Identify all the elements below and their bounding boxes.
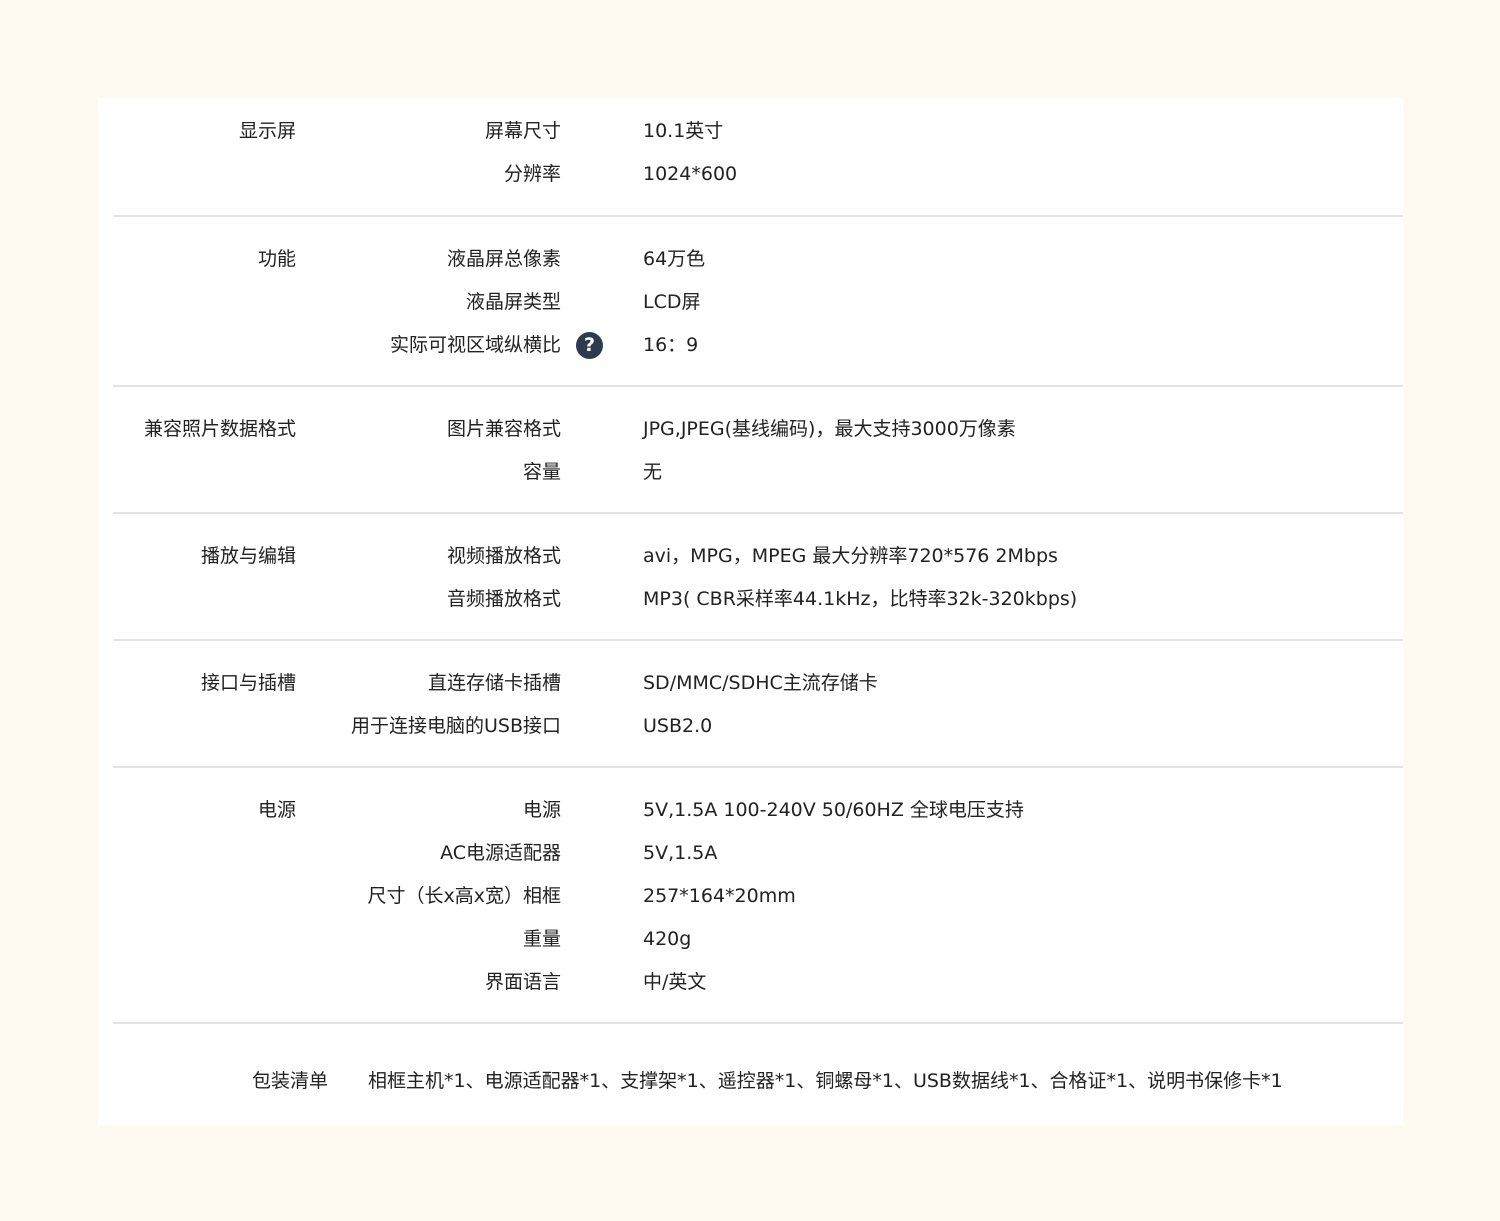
spec-value: 420g xyxy=(643,928,692,950)
spec-value: 64万色 xyxy=(643,248,706,270)
spec-label: 图片兼容格式 xyxy=(446,418,561,440)
spec-row: 屏幕尺寸 10.1英寸 xyxy=(113,110,1403,153)
spec-row: 直连存储卡插槽 SD/MMC/SDHC主流存储卡 xyxy=(113,662,1403,705)
spec-value: 中/英文 xyxy=(643,971,707,993)
spec-row: 音频播放格式 MP3( CBR采样率44.1kHz，比特率32k-320kbps… xyxy=(113,578,1403,621)
spec-label: 液晶屏总像素 xyxy=(446,248,561,270)
spec-row: 视频播放格式 avi，MPG，MPEG 最大分辨率720*576 2Mbps xyxy=(113,535,1403,578)
spec-label: 分辨率 xyxy=(503,163,561,185)
spec-label: AC电源适配器 xyxy=(440,842,561,864)
spec-label: 音频播放格式 xyxy=(446,588,561,610)
spec-value: 5V,1.5A xyxy=(643,842,718,864)
spec-label: 界面语言 xyxy=(484,971,561,993)
spec-row: 界面语言 中/英文 xyxy=(113,961,1403,1004)
spec-label: 尺寸（长x高x宽）相框 xyxy=(367,885,562,907)
spec-label: 电源 xyxy=(522,799,561,821)
spec-row: 电源 5V,1.5A 100-240V 50/60HZ 全球电压支持 xyxy=(113,789,1403,832)
spec-label: 直连存储卡插槽 xyxy=(427,672,561,694)
spec-label: 屏幕尺寸 xyxy=(484,120,561,142)
spec-label: 用于连接电脑的USB接口 xyxy=(350,715,561,737)
spec-value: 257*164*20mm xyxy=(643,885,796,907)
spec-value: JPG,JPEG(基线编码)，最大支持3000万像素 xyxy=(643,418,1016,440)
package-list-label: 包装清单 xyxy=(251,1070,328,1092)
section-divider xyxy=(113,1022,1403,1024)
spec-label: 实际可视区域纵横比 xyxy=(389,334,561,356)
spec-value: 5V,1.5A 100-240V 50/60HZ 全球电压支持 xyxy=(643,799,1024,821)
section-divider xyxy=(113,215,1403,217)
spec-value: MP3( CBR采样率44.1kHz，比特率32k-320kbps) xyxy=(643,588,1078,610)
spec-row: 重量 420g xyxy=(113,918,1403,961)
question-circle-icon[interactable]: ? xyxy=(576,332,603,359)
spec-value: avi，MPG，MPEG 最大分辨率720*576 2Mbps xyxy=(643,545,1058,567)
spec-row: 实际可视区域纵横比 ? 16：9 xyxy=(113,324,1403,367)
package-list-row: 包装清单 相框主机*1、电源适配器*1、支撑架*1、遥控器*1、铜螺母*1、US… xyxy=(113,1060,1403,1103)
spec-value: 无 xyxy=(643,461,663,483)
spec-row: 容量 无 xyxy=(113,451,1403,494)
spec-row: 图片兼容格式 JPG,JPEG(基线编码)，最大支持3000万像素 xyxy=(113,408,1403,451)
spec-label: 重量 xyxy=(522,928,561,950)
spec-value: LCD屏 xyxy=(643,291,701,313)
spec-label: 液晶屏类型 xyxy=(465,291,561,313)
spec-value: 10.1英寸 xyxy=(643,120,724,142)
spec-row: 用于连接电脑的USB接口 USB2.0 xyxy=(113,705,1403,748)
section-divider xyxy=(113,512,1403,514)
package-list-value: 相框主机*1、电源适配器*1、支撑架*1、遥控器*1、铜螺母*1、USB数据线*… xyxy=(368,1070,1283,1092)
spec-value: SD/MMC/SDHC主流存储卡 xyxy=(643,672,878,694)
spec-label: 容量 xyxy=(522,461,561,483)
spec-row: 液晶屏总像素 64万色 xyxy=(113,238,1403,281)
section-divider xyxy=(113,385,1403,387)
section-divider xyxy=(113,766,1403,768)
spec-row: 尺寸（长x高x宽）相框 257*164*20mm xyxy=(113,875,1403,918)
section-divider xyxy=(113,639,1403,641)
spec-label: 视频播放格式 xyxy=(446,545,561,567)
spec-value: USB2.0 xyxy=(643,715,713,737)
spec-row: 分辨率 1024*600 xyxy=(113,153,1403,196)
spec-row: AC电源适配器 5V,1.5A xyxy=(113,832,1403,875)
spec-value: 16：9 xyxy=(643,334,699,356)
spec-row: 液晶屏类型 LCD屏 xyxy=(113,281,1403,324)
spec-value: 1024*600 xyxy=(643,163,738,185)
